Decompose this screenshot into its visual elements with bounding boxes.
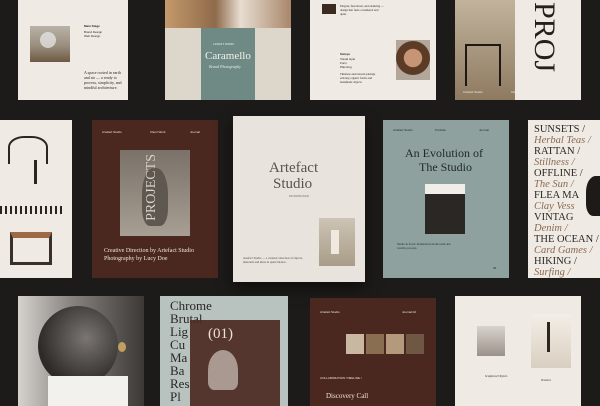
- photo-black-vase: [586, 176, 600, 216]
- card-label: COLLABORATION TIMELINE /: [320, 376, 362, 380]
- list-item-9: VINTAG: [534, 212, 574, 223]
- photo-strip-3: [386, 334, 404, 354]
- list-item-3: RATTAN /: [534, 146, 581, 157]
- card-overline: LATEST WORK: [213, 42, 235, 46]
- photo-candle-shape: [331, 230, 339, 254]
- card-nav-1: Client Work: [150, 130, 166, 134]
- template-card-artefact-studio: Artefact Studio MOODBOARD Artefact Studi…: [233, 116, 365, 282]
- photo-glass-lamp: [208, 350, 238, 390]
- card-item: Discovery Call: [326, 392, 369, 400]
- card-nav-2: Journal: [190, 130, 200, 134]
- template-card-projects: Artefact Studio Client Work Journal PROJ…: [92, 120, 218, 278]
- photo-earring: [118, 342, 126, 352]
- card-brand: Artefact Studio: [102, 130, 122, 134]
- list-item-8: Pl: [170, 389, 181, 404]
- card-body: A space rooted in earth and air — a read…: [84, 70, 122, 90]
- list-item-11: THE OCEAN /: [534, 234, 599, 245]
- list-item-1: SUNSETS /: [534, 124, 586, 135]
- card-top-3: Journal: [479, 128, 489, 132]
- template-card-projects-chair: PROJ Artefact Studio Client Work: [455, 0, 581, 100]
- list-item-5: OFFLINE /: [534, 168, 583, 179]
- card-tag: Client Work: [511, 90, 527, 94]
- card-page-number: 03: [493, 266, 497, 270]
- photo-chair: [465, 44, 501, 86]
- card-section: Satoyu: [340, 52, 351, 56]
- template-card-list: SUNSETS / Herbal Teas / RATTAN / Stillne…: [528, 120, 600, 278]
- card-brand: Artefact Studio: [320, 310, 340, 314]
- list-item-2: Herbal Teas /: [534, 135, 591, 146]
- card-sub-2: Web Design: [84, 34, 101, 38]
- card-label: Main Stage: [84, 24, 100, 28]
- list-item-14: Surfing /: [534, 267, 571, 278]
- card-small-label: MOODBOARD: [289, 194, 310, 198]
- template-card-objects-left: [0, 120, 72, 278]
- card-title-1: Artefact: [269, 160, 319, 176]
- photo-strip-1: [346, 334, 364, 354]
- list-item-7: FLEA MA: [534, 190, 580, 201]
- photo-candles: [531, 314, 571, 368]
- card-vertical-title: PROJ: [528, 2, 561, 73]
- card-tag: Journal 02: [402, 310, 417, 314]
- photo-strip-2: [366, 334, 384, 354]
- photo-stool: [10, 232, 52, 265]
- card-title-1: An Evolution of: [405, 146, 483, 160]
- card-title: Caramello: [205, 50, 251, 62]
- template-card-chrome: Chrome Brutal Lig Cu Ma Ba Res Pl (01): [160, 296, 288, 406]
- card-subtitle: Brand Photography: [209, 64, 241, 69]
- template-card-sculptural: Sculptural Objects Textures: [455, 296, 581, 406]
- card-brand: Artefact Studio: [463, 90, 483, 94]
- card-caption-1: Creative Direction by Artefact Studio: [104, 248, 194, 254]
- list-item-6: The Sun /: [534, 179, 574, 190]
- photo-fashion: [165, 0, 291, 28]
- card-top-2: Portfolio: [435, 128, 447, 132]
- card-body: Elegant, functional, and enduring — desi…: [340, 4, 384, 16]
- list-item-13: HIKING /: [534, 256, 577, 267]
- photo-studio-team: [425, 184, 465, 234]
- card-top-1: Artefact Studio: [393, 128, 413, 132]
- website-toolbar: [48, 376, 128, 406]
- photo-glass-shape: [40, 32, 56, 48]
- template-card-caramello: LATEST WORK Caramello Brand Photography: [165, 0, 291, 100]
- template-card-timeline: Artefact Studio Journal 02 COLLABORATION…: [310, 298, 436, 406]
- photo-portrait: [396, 40, 430, 80]
- list-item-12: Card Games /: [534, 245, 593, 256]
- template-card-portrait: [18, 296, 144, 406]
- card-body: Artefact Studio — a curated collection o…: [243, 256, 303, 264]
- card-title-2: Studio: [273, 176, 313, 192]
- card-title-2: The Studio: [419, 160, 472, 174]
- photo-lamp-object: [477, 326, 505, 356]
- photo-strip-4: [406, 334, 424, 354]
- card-caption-2: Photography by Lucy Doe: [104, 256, 168, 262]
- photo-spiral: [0, 206, 64, 214]
- list-item-10: Denim /: [534, 223, 568, 234]
- list-item-4: Stillness /: [534, 157, 575, 168]
- card-note: Timeless and natural pairings echoing or…: [340, 72, 376, 84]
- photo-face: [38, 306, 118, 386]
- photo-object: [322, 4, 336, 14]
- card-vertical-title: PROJECTS: [144, 154, 159, 221]
- card-body: Studio in focus: moments from the team a…: [397, 242, 451, 250]
- card-caption-2: Textures: [541, 378, 551, 382]
- photo-candle-stick: [547, 322, 550, 352]
- template-card-main-stage: Main Stage Brand Design Web Design A spa…: [18, 0, 128, 100]
- photo-lamp: [8, 136, 48, 164]
- card-number: (01): [208, 326, 233, 342]
- card-list-3: Planning: [340, 65, 352, 69]
- template-card-evolution: Artefact Studio Portfolio Journal An Evo…: [383, 120, 509, 278]
- template-card-satoyu: Elegant, functional, and enduring — desi…: [310, 0, 436, 100]
- list-item-8: Clay Vess: [534, 201, 575, 212]
- card-caption-1: Sculptural Objects: [485, 374, 508, 378]
- photo-stand: [34, 160, 37, 184]
